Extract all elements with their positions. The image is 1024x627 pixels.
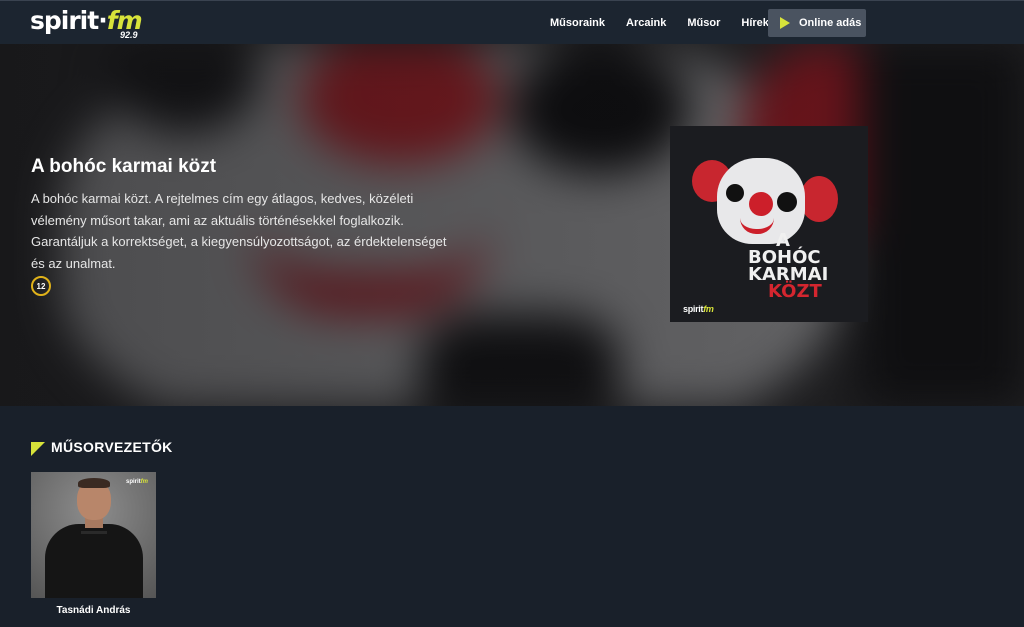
age-rating-badge: 12 (31, 276, 51, 296)
host-card[interactable]: spiritfm Tasnádi András (31, 472, 156, 616)
site-logo[interactable]: spirit·fm 92.9 (30, 6, 160, 40)
show-cover-art: A Bohóc Karmai Közt spiritfm (670, 126, 868, 322)
cover-logo: spiritfm (683, 304, 714, 314)
show-hero: A bohóc karmai közt A bohóc karmai közt.… (0, 44, 1024, 406)
host-name: Tasnádi András (56, 605, 131, 616)
host-photo: spiritfm (31, 472, 156, 598)
online-listen-label: Online adás (799, 17, 862, 29)
hosts-section: MŰSORVEZETŐK spiritfm Tasnádi András (0, 406, 1024, 627)
section-flag-icon (31, 442, 45, 456)
play-icon (780, 17, 790, 29)
show-title: A bohóc karmai közt (31, 156, 217, 177)
cover-title: A Bohóc Karmai Közt (748, 230, 829, 302)
online-listen-button[interactable]: Online adás (768, 9, 866, 37)
nav-link-hirek[interactable]: Hírek (741, 17, 769, 29)
show-description: A bohóc karmai közt. A rejtelmes cím egy… (31, 191, 447, 271)
logo-text: spirit (30, 6, 99, 35)
top-navbar: spirit·fm 92.9 Műsoraink Arcaink Műsor H… (0, 0, 1024, 44)
section-title: MŰSORVEZETŐK (51, 439, 173, 455)
host-photo-logo: spiritfm (126, 479, 149, 485)
nav-link-musoraink[interactable]: Műsoraink (550, 17, 605, 29)
main-nav: Műsoraink Arcaink Műsor Hírek (550, 1, 790, 45)
logo-frequency: 92.9 (120, 30, 138, 40)
nav-link-arcaink[interactable]: Arcaink (626, 17, 666, 29)
nav-link-musor[interactable]: Műsor (687, 17, 720, 29)
